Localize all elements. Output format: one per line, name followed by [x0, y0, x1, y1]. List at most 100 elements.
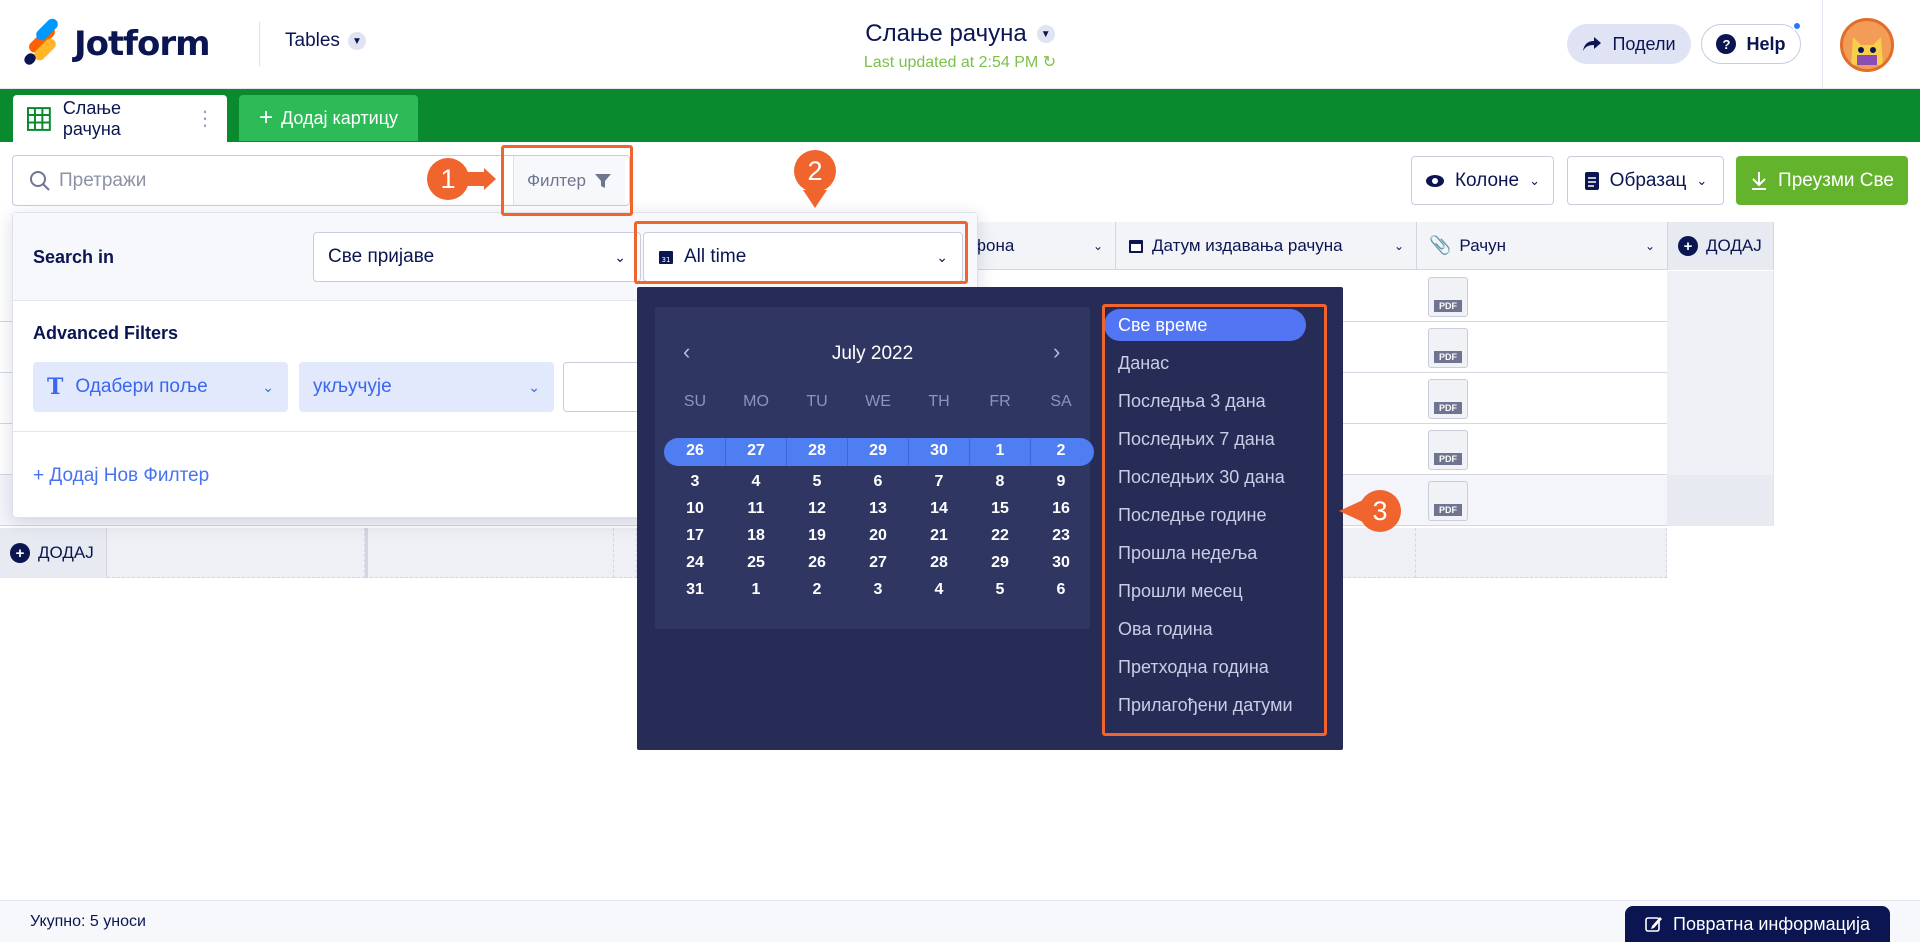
add-new-filter-link[interactable]: + Додај Нов Филтер — [33, 465, 209, 487]
calendar-day[interactable]: 6 — [848, 473, 908, 491]
pdf-file-icon[interactable]: PDF — [1428, 430, 1468, 470]
add-tab-label: Додај картицу — [280, 107, 399, 128]
calendar-day[interactable]: 21 — [909, 527, 969, 545]
tables-label: Tables — [285, 30, 340, 51]
add-column-button[interactable]: + ДОДАЈ — [1668, 222, 1774, 270]
calendar-day[interactable]: 16 — [1031, 500, 1091, 518]
user-avatar[interactable] — [1840, 18, 1894, 72]
table-title[interactable]: Слање рачуна ▼ — [865, 20, 1055, 48]
calendar-day[interactable]: 8 — [970, 473, 1030, 491]
column-label: Рачун — [1459, 235, 1507, 255]
columns-button[interactable]: Колоне ⌄ — [1411, 156, 1554, 205]
search-in-select[interactable]: Све пријаве ⌄ — [313, 232, 641, 282]
annotation-badge-1: 1 — [427, 158, 469, 200]
pdf-file-icon[interactable]: PDF — [1428, 277, 1468, 317]
calendar-day[interactable]: 3 — [848, 581, 908, 599]
chevron-down-icon[interactable]: ⌄ — [1093, 239, 1103, 253]
calendar-day[interactable]: 19 — [787, 527, 847, 545]
calendar-day[interactable]: 25 — [726, 554, 786, 572]
calendar-day[interactable]: 4 — [909, 581, 969, 599]
calendar-day[interactable]: 27 — [848, 554, 908, 572]
calendar-day[interactable]: 18 — [726, 527, 786, 545]
calendar-day[interactable]: 11 — [726, 500, 786, 518]
tables-menu-button[interactable]: Tables ▼ — [285, 30, 366, 52]
calendar-day[interactable]: 29 — [970, 554, 1030, 572]
annotation-highlight-date-range — [634, 221, 968, 284]
calendar-day[interactable]: 1 — [726, 581, 786, 599]
download-all-button[interactable]: Преузми Све — [1736, 156, 1908, 205]
pdf-file-icon[interactable]: PDF — [1428, 481, 1468, 521]
calendar-day[interactable]: 5 — [787, 473, 847, 491]
weekday-label: SU — [683, 393, 707, 410]
calendar-day[interactable]: 1 — [970, 442, 1030, 460]
add-row-button[interactable]: + ДОДАЈ — [0, 528, 107, 578]
jotform-logo-icon — [22, 16, 61, 67]
column-header-phone[interactable]: фона ⌄ — [960, 222, 1116, 270]
weekday-label: TU — [806, 393, 828, 410]
calendar-day[interactable]: 5 — [970, 581, 1030, 599]
form-button[interactable]: Образац ⌄ — [1567, 156, 1724, 205]
annotation-badge-2: 2 — [794, 150, 836, 192]
paperclip-icon: 📎 — [1429, 235, 1452, 255]
refresh-icon[interactable]: ↻ — [1043, 54, 1056, 71]
help-button[interactable]: ? Help — [1701, 21, 1802, 64]
column-header-invoice[interactable]: 📎 Рачун ⌄ — [1417, 222, 1668, 270]
calendar-day[interactable]: 15 — [970, 500, 1030, 518]
calendar-day[interactable]: 27 — [726, 442, 786, 460]
calendar-day[interactable]: 20 — [848, 527, 908, 545]
calendar-day[interactable]: 31 — [665, 581, 725, 599]
calendar-day[interactable]: 7 — [909, 473, 969, 491]
calendar-day[interactable]: 9 — [1031, 473, 1091, 491]
jotform-logo[interactable]: Jotform — [22, 16, 211, 67]
title-area: Слање рачуна ▼ Last updated at 2:54 PM ↻ — [760, 20, 1160, 72]
add-column-label: ДОДАЈ — [1706, 236, 1762, 255]
add-tab-button[interactable]: + Додај картицу — [239, 95, 418, 141]
calendar-day[interactable]: 2 — [1031, 442, 1091, 460]
calendar-day[interactable]: 24 — [665, 554, 725, 572]
calendar-day[interactable]: 23 — [1031, 527, 1091, 545]
operator-select[interactable]: укључује ⌄ — [299, 362, 554, 412]
chevron-down-icon[interactable]: ⌄ — [1645, 239, 1655, 253]
pdf-file-icon[interactable]: PDF — [1428, 379, 1468, 419]
field-select[interactable]: T Одабери поље ⌄ — [33, 362, 288, 412]
calendar-day[interactable]: 10 — [665, 500, 725, 518]
calendar-day[interactable]: 2 — [787, 581, 847, 599]
calendar-day[interactable]: 26 — [787, 554, 847, 572]
calendar-day[interactable]: 4 — [726, 473, 786, 491]
empty-cell — [1416, 528, 1667, 578]
more-vertical-icon[interactable]: ⋮ — [195, 109, 215, 129]
search-input[interactable] — [59, 166, 439, 196]
calendar-day[interactable]: 3 — [665, 473, 725, 491]
calendar-day[interactable]: 28 — [909, 554, 969, 572]
calendar-day[interactable]: 12 — [787, 500, 847, 518]
feedback-button[interactable]: Повратна информација — [1625, 906, 1890, 942]
calendar-day[interactable]: 30 — [909, 442, 969, 460]
tab-slanje-racuna[interactable]: Слање рачуна ⋮ — [13, 95, 227, 142]
tab-bar: Слање рачуна ⋮ + Додај картицу — [0, 89, 1920, 142]
calendar-day[interactable]: 22 — [970, 527, 1030, 545]
calendar-day[interactable]: 26 — [665, 442, 725, 460]
calendar-day[interactable]: 17 — [665, 527, 725, 545]
add-row-label: ДОДАЈ — [38, 543, 94, 562]
operator-select-value: укључује — [313, 376, 392, 397]
chevron-right-icon[interactable]: › — [1053, 339, 1060, 365]
download-all-label: Преузми Све — [1778, 169, 1894, 191]
form-label: Образац — [1609, 169, 1687, 191]
weekday-label: TH — [928, 393, 950, 410]
calendar-day[interactable]: 30 — [1031, 554, 1091, 572]
calendar-day[interactable]: 14 — [909, 500, 969, 518]
chevron-down-icon[interactable]: ⌄ — [1394, 239, 1404, 253]
pdf-file-icon[interactable]: PDF — [1428, 328, 1468, 368]
table-title-text: Слање рачуна — [865, 20, 1027, 47]
annotation-arrow-left-icon — [1339, 500, 1363, 522]
logo-text: Jotform — [74, 24, 211, 64]
share-button[interactable]: Подели — [1567, 24, 1691, 64]
calendar-day[interactable]: 29 — [848, 442, 908, 460]
calendar-day[interactable]: 13 — [848, 500, 908, 518]
chevron-down-icon: ⌄ — [614, 248, 626, 265]
annotation-arrow-right-icon — [466, 168, 496, 190]
column-header-invoice-date[interactable]: Датум издавања рачуна ⌄ — [1116, 222, 1417, 270]
calendar-day[interactable]: 6 — [1031, 581, 1091, 599]
calendar-day[interactable]: 28 — [787, 442, 847, 460]
calendar: ‹ July 2022 › SU MO TU WE TH FR SA 26 27 2… — [655, 307, 1094, 629]
